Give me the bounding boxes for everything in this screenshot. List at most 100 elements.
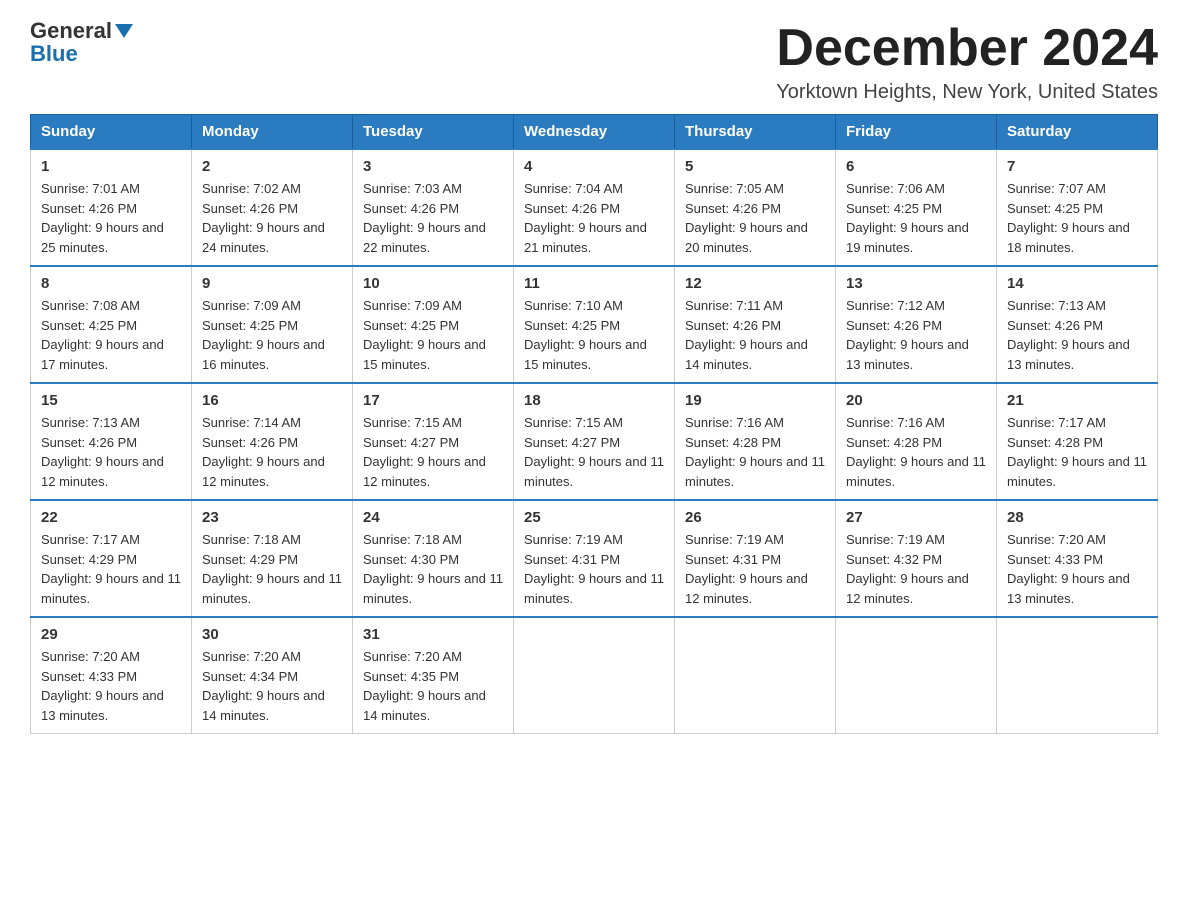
day-number: 9 bbox=[202, 275, 342, 292]
calendar-cell: 14 Sunrise: 7:13 AMSunset: 4:26 PMDayligh… bbox=[997, 266, 1158, 383]
day-info: Sunrise: 7:15 AMSunset: 4:27 PMDaylight:… bbox=[363, 413, 503, 491]
calendar-body: 1 Sunrise: 7:01 AMSunset: 4:26 PMDaylight… bbox=[31, 149, 1158, 734]
calendar-week-1: 1 Sunrise: 7:01 AMSunset: 4:26 PMDaylight… bbox=[31, 149, 1158, 266]
day-info: Sunrise: 7:13 AMSunset: 4:26 PMDaylight:… bbox=[1007, 296, 1147, 374]
logo-bottom: Blue bbox=[30, 43, 78, 66]
header-row: SundayMondayTuesdayWednesdayThursdayFrid… bbox=[31, 115, 1158, 150]
calendar-cell: 30 Sunrise: 7:20 AMSunset: 4:34 PMDayligh… bbox=[192, 617, 353, 734]
calendar-cell: 13Sunrise: 7:12 AMSunset: 4:26 PMDayligh… bbox=[836, 266, 997, 383]
day-info: Sunrise: 7:01 AMSunset: 4:26 PMDaylight:… bbox=[41, 179, 181, 257]
month-title: December 2024 bbox=[776, 20, 1158, 77]
calendar-cell: 24 Sunrise: 7:18 AMSunset: 4:30 PMDayligh… bbox=[353, 500, 514, 617]
logo-top: General bbox=[30, 20, 133, 43]
calendar-cell: 28Sunrise: 7:20 AMSunset: 4:33 PMDayligh… bbox=[997, 500, 1158, 617]
day-number: 2 bbox=[202, 158, 342, 175]
day-number: 11 bbox=[524, 275, 664, 292]
calendar-cell bbox=[997, 617, 1158, 734]
day-number: 22 bbox=[41, 509, 181, 526]
day-number: 8 bbox=[41, 275, 181, 292]
day-info: Sunrise: 7:20 AMSunset: 4:33 PMDaylight:… bbox=[41, 647, 181, 725]
day-number: 23 bbox=[202, 509, 342, 526]
day-info: Sunrise: 7:20 AMSunset: 4:34 PMDaylight:… bbox=[202, 647, 342, 725]
calendar-cell: 19Sunrise: 7:16 AMSunset: 4:28 PMDayligh… bbox=[675, 383, 836, 500]
day-number: 26 bbox=[685, 509, 825, 526]
calendar-cell: 23Sunrise: 7:18 AMSunset: 4:29 PMDayligh… bbox=[192, 500, 353, 617]
title-block: December 2024 Yorktown Heights, New York… bbox=[776, 20, 1158, 104]
day-info: Sunrise: 7:02 AMSunset: 4:26 PMDaylight:… bbox=[202, 179, 342, 257]
day-number: 15 bbox=[41, 392, 181, 409]
day-number: 25 bbox=[524, 509, 664, 526]
logo-general-text: General bbox=[30, 18, 112, 43]
calendar-cell: 4Sunrise: 7:04 AMSunset: 4:26 PMDaylight… bbox=[514, 149, 675, 266]
calendar-header: SundayMondayTuesdayWednesdayThursdayFrid… bbox=[31, 115, 1158, 150]
calendar-cell: 12 Sunrise: 7:11 AMSunset: 4:26 PMDayligh… bbox=[675, 266, 836, 383]
day-number: 6 bbox=[846, 158, 986, 175]
calendar-cell: 20 Sunrise: 7:16 AMSunset: 4:28 PMDayligh… bbox=[836, 383, 997, 500]
calendar-cell: 11 Sunrise: 7:10 AMSunset: 4:25 PMDayligh… bbox=[514, 266, 675, 383]
calendar-cell: 16 Sunrise: 7:14 AMSunset: 4:26 PMDayligh… bbox=[192, 383, 353, 500]
day-info: Sunrise: 7:11 AMSunset: 4:26 PMDaylight:… bbox=[685, 296, 825, 374]
day-number: 27 bbox=[846, 509, 986, 526]
calendar-cell bbox=[675, 617, 836, 734]
day-number: 10 bbox=[363, 275, 503, 292]
day-number: 14 bbox=[1007, 275, 1147, 292]
calendar-cell: 29Sunrise: 7:20 AMSunset: 4:33 PMDayligh… bbox=[31, 617, 192, 734]
calendar-week-2: 8Sunrise: 7:08 AMSunset: 4:25 PMDaylight… bbox=[31, 266, 1158, 383]
header-thursday: Thursday bbox=[675, 115, 836, 150]
day-info: Sunrise: 7:16 AMSunset: 4:28 PMDaylight:… bbox=[846, 413, 986, 491]
calendar-cell: 21 Sunrise: 7:17 AMSunset: 4:28 PMDayligh… bbox=[997, 383, 1158, 500]
day-number: 30 bbox=[202, 626, 342, 643]
page-header: General Blue December 2024 Yorktown Heig… bbox=[30, 20, 1158, 104]
calendar-cell: 25 Sunrise: 7:19 AMSunset: 4:31 PMDayligh… bbox=[514, 500, 675, 617]
logo-blue-text: Blue bbox=[30, 41, 78, 66]
header-wednesday: Wednesday bbox=[514, 115, 675, 150]
day-info: Sunrise: 7:10 AMSunset: 4:25 PMDaylight:… bbox=[524, 296, 664, 374]
calendar-cell: 1 Sunrise: 7:01 AMSunset: 4:26 PMDaylight… bbox=[31, 149, 192, 266]
day-number: 24 bbox=[363, 509, 503, 526]
header-friday: Friday bbox=[836, 115, 997, 150]
calendar-table: SundayMondayTuesdayWednesdayThursdayFrid… bbox=[30, 114, 1158, 734]
day-info: Sunrise: 7:17 AMSunset: 4:29 PMDaylight:… bbox=[41, 530, 181, 608]
day-number: 4 bbox=[524, 158, 664, 175]
day-info: Sunrise: 7:19 AMSunset: 4:32 PMDaylight:… bbox=[846, 530, 986, 608]
day-number: 1 bbox=[41, 158, 181, 175]
day-number: 12 bbox=[685, 275, 825, 292]
day-info: Sunrise: 7:12 AMSunset: 4:26 PMDaylight:… bbox=[846, 296, 986, 374]
calendar-cell: 18Sunrise: 7:15 AMSunset: 4:27 PMDayligh… bbox=[514, 383, 675, 500]
day-info: Sunrise: 7:19 AMSunset: 4:31 PMDaylight:… bbox=[685, 530, 825, 608]
day-info: Sunrise: 7:05 AMSunset: 4:26 PMDaylight:… bbox=[685, 179, 825, 257]
day-info: Sunrise: 7:09 AMSunset: 4:25 PMDaylight:… bbox=[363, 296, 503, 374]
calendar-cell: 31Sunrise: 7:20 AMSunset: 4:35 PMDayligh… bbox=[353, 617, 514, 734]
logo: General Blue bbox=[30, 20, 133, 66]
day-info: Sunrise: 7:20 AMSunset: 4:33 PMDaylight:… bbox=[1007, 530, 1147, 608]
calendar-cell: 7Sunrise: 7:07 AMSunset: 4:25 PMDaylight… bbox=[997, 149, 1158, 266]
day-info: Sunrise: 7:16 AMSunset: 4:28 PMDaylight:… bbox=[685, 413, 825, 491]
calendar-cell: 27 Sunrise: 7:19 AMSunset: 4:32 PMDayligh… bbox=[836, 500, 997, 617]
calendar-week-4: 22 Sunrise: 7:17 AMSunset: 4:29 PMDayligh… bbox=[31, 500, 1158, 617]
header-saturday: Saturday bbox=[997, 115, 1158, 150]
day-number: 20 bbox=[846, 392, 986, 409]
day-info: Sunrise: 7:17 AMSunset: 4:28 PMDaylight:… bbox=[1007, 413, 1147, 491]
calendar-cell: 15 Sunrise: 7:13 AMSunset: 4:26 PMDayligh… bbox=[31, 383, 192, 500]
calendar-cell bbox=[836, 617, 997, 734]
calendar-cell bbox=[514, 617, 675, 734]
calendar-cell: 6Sunrise: 7:06 AMSunset: 4:25 PMDaylight… bbox=[836, 149, 997, 266]
day-info: Sunrise: 7:18 AMSunset: 4:30 PMDaylight:… bbox=[363, 530, 503, 608]
logo-triangle-icon bbox=[115, 24, 133, 38]
day-number: 21 bbox=[1007, 392, 1147, 409]
day-info: Sunrise: 7:15 AMSunset: 4:27 PMDaylight:… bbox=[524, 413, 664, 491]
day-number: 3 bbox=[363, 158, 503, 175]
day-info: Sunrise: 7:19 AMSunset: 4:31 PMDaylight:… bbox=[524, 530, 664, 608]
calendar-cell: 5 Sunrise: 7:05 AMSunset: 4:26 PMDaylight… bbox=[675, 149, 836, 266]
day-number: 5 bbox=[685, 158, 825, 175]
day-info: Sunrise: 7:13 AMSunset: 4:26 PMDaylight:… bbox=[41, 413, 181, 491]
day-info: Sunrise: 7:14 AMSunset: 4:26 PMDaylight:… bbox=[202, 413, 342, 491]
calendar-cell: 8Sunrise: 7:08 AMSunset: 4:25 PMDaylight… bbox=[31, 266, 192, 383]
calendar-cell: 10 Sunrise: 7:09 AMSunset: 4:25 PMDayligh… bbox=[353, 266, 514, 383]
header-sunday: Sunday bbox=[31, 115, 192, 150]
day-info: Sunrise: 7:07 AMSunset: 4:25 PMDaylight:… bbox=[1007, 179, 1147, 257]
calendar-cell: 17Sunrise: 7:15 AMSunset: 4:27 PMDayligh… bbox=[353, 383, 514, 500]
day-info: Sunrise: 7:09 AMSunset: 4:25 PMDaylight:… bbox=[202, 296, 342, 374]
calendar-week-3: 15 Sunrise: 7:13 AMSunset: 4:26 PMDayligh… bbox=[31, 383, 1158, 500]
day-number: 16 bbox=[202, 392, 342, 409]
